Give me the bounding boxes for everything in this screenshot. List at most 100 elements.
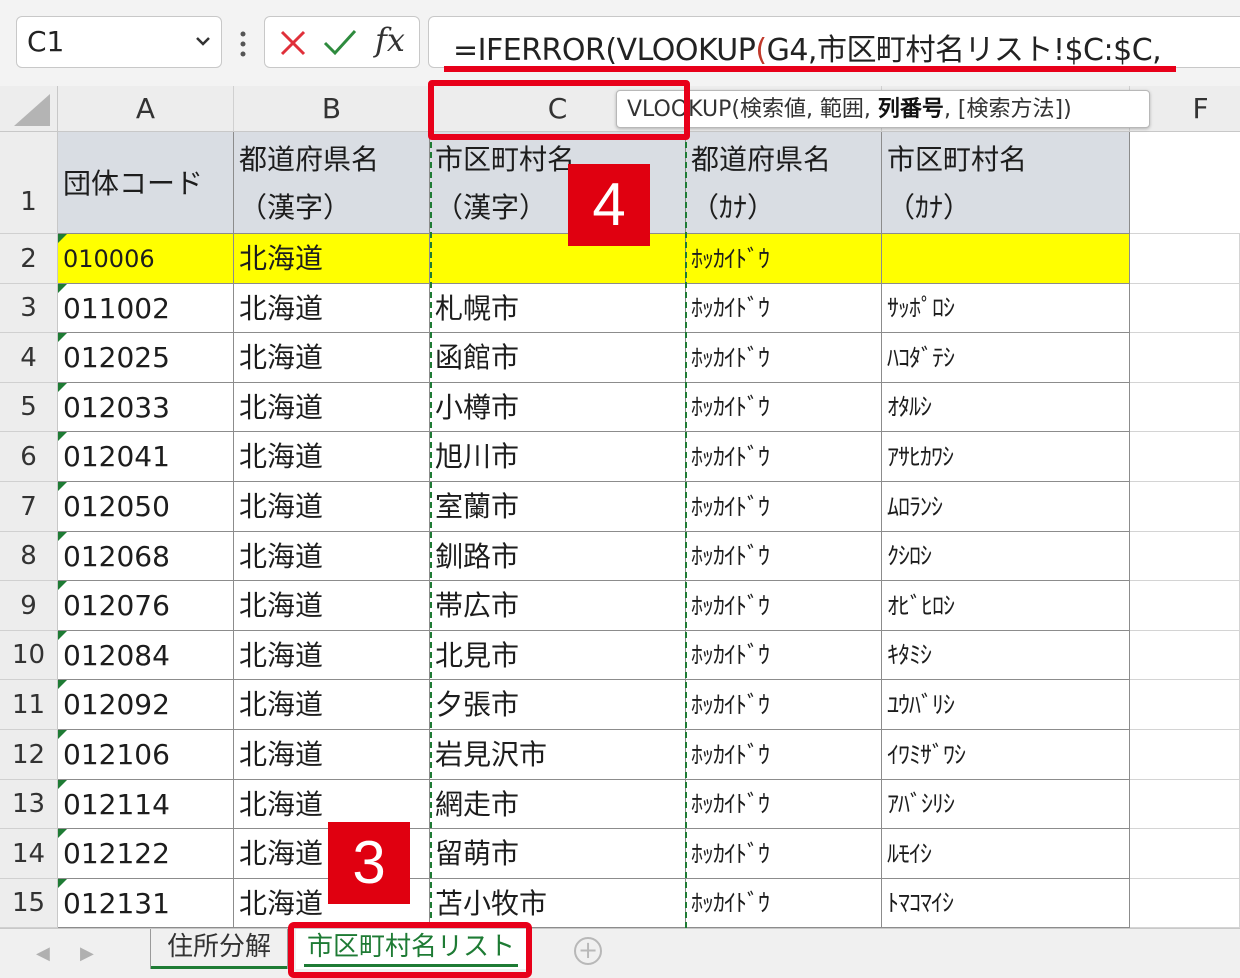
pref-kana-cell[interactable]: ﾎｯｶｲﾄﾞｳ (686, 829, 882, 879)
city-cell[interactable]: 岩見沢市 (430, 730, 686, 780)
pref-kana-cell[interactable]: ﾎｯｶｲﾄﾞｳ (686, 730, 882, 780)
pref-kana-cell[interactable]: ﾎｯｶｲﾄﾞｳ (686, 581, 882, 631)
insert-function-button[interactable]: fx (375, 21, 405, 59)
empty-cell[interactable] (1130, 482, 1240, 532)
empty-cell[interactable] (1130, 879, 1240, 928)
pref-kana-cell[interactable]: ﾎｯｶｲﾄﾞｳ (686, 383, 882, 432)
more-options-icon[interactable] (238, 30, 248, 58)
city-cell[interactable]: 留萌市 (430, 829, 686, 879)
code-cell[interactable]: 012122 (58, 829, 234, 879)
row-header[interactable]: 4 (0, 333, 58, 383)
pref-cell[interactable]: 北海道 (234, 532, 430, 581)
column-header-a[interactable]: A (58, 86, 234, 132)
scroll-right-icon[interactable]: ▶ (80, 943, 94, 964)
pref-cell[interactable]: 北海道 (234, 383, 430, 432)
empty-cell[interactable] (1130, 284, 1240, 333)
pref-kana-cell[interactable]: ﾎｯｶｲﾄﾞｳ (686, 780, 882, 829)
select-all-button[interactable] (0, 86, 58, 132)
city-kana-cell[interactable]: ﾄﾏｺﾏｲｼ (882, 879, 1130, 928)
city-kana-cell[interactable]: ｲﾜﾐｻﾞﾜｼ (882, 730, 1130, 780)
row-header[interactable]: 8 (0, 532, 58, 581)
pref-cell[interactable]: 北海道 (234, 631, 430, 680)
column-header-b[interactable]: B (234, 86, 430, 132)
row-header[interactable]: 5 (0, 383, 58, 432)
pref-cell[interactable]: 北海道 (234, 333, 430, 383)
row-header[interactable]: 2 (0, 234, 58, 284)
cell-f1[interactable] (1130, 132, 1240, 234)
empty-cell[interactable] (1130, 780, 1240, 829)
city-cell[interactable]: 旭川市 (430, 432, 686, 482)
code-cell[interactable]: 012076 (58, 581, 234, 631)
empty-cell[interactable] (1130, 581, 1240, 631)
pref-kana-cell[interactable]: ﾎｯｶｲﾄﾞｳ (686, 631, 882, 680)
city-cell[interactable]: 釧路市 (430, 532, 686, 581)
header-cell-pref[interactable]: 都道府県名 （漢字） (234, 132, 430, 234)
city-kana-cell[interactable]: ｵﾋﾞﾋﾛｼ (882, 581, 1130, 631)
empty-cell[interactable] (1130, 383, 1240, 432)
pref-cell[interactable]: 北海道 (234, 581, 430, 631)
code-cell[interactable]: 012050 (58, 482, 234, 532)
pref-kana-cell[interactable]: ﾎｯｶｲﾄﾞｳ (686, 879, 882, 928)
city-cell[interactable]: 苫小牧市 (430, 879, 686, 928)
city-kana-cell[interactable]: ﾕｳﾊﾞﾘｼ (882, 680, 1130, 730)
city-kana-cell[interactable]: ﾙﾓｲｼ (882, 829, 1130, 879)
city-cell[interactable]: 夕張市 (430, 680, 686, 730)
chevron-down-icon[interactable] (193, 31, 213, 51)
code-cell[interactable]: 012114 (58, 780, 234, 829)
code-cell[interactable]: 012041 (58, 432, 234, 482)
pref-cell[interactable]: 北海道 (234, 284, 430, 333)
row-header[interactable]: 7 (0, 482, 58, 532)
city-kana-cell[interactable]: ｸｼﾛｼ (882, 532, 1130, 581)
city-cell[interactable]: 北見市 (430, 631, 686, 680)
pref-cell[interactable]: 北海道 (234, 680, 430, 730)
empty-cell[interactable] (1130, 333, 1240, 383)
row-header[interactable]: 11 (0, 680, 58, 730)
row-header[interactable]: 6 (0, 432, 58, 482)
pref-kana-cell[interactable]: ﾎｯｶｲﾄﾞｳ (686, 532, 882, 581)
empty-cell[interactable] (1130, 730, 1240, 780)
city-cell[interactable]: 帯広市 (430, 581, 686, 631)
pref-cell[interactable]: 北海道 (234, 234, 430, 284)
pref-kana-cell[interactable]: ﾎｯｶｲﾄﾞｳ (686, 482, 882, 532)
city-kana-cell[interactable]: ｻｯﾎﾟﾛｼ (882, 284, 1130, 333)
code-cell[interactable]: 012084 (58, 631, 234, 680)
city-cell[interactable]: 小樽市 (430, 383, 686, 432)
code-cell[interactable]: 012106 (58, 730, 234, 780)
city-kana-cell[interactable]: ﾑﾛﾗﾝｼ (882, 482, 1130, 532)
pref-kana-cell[interactable]: ﾎｯｶｲﾄﾞｳ (686, 284, 882, 333)
row-header[interactable]: 10 (0, 631, 58, 680)
add-sheet-icon[interactable]: + (574, 937, 602, 965)
row-header[interactable]: 14 (0, 829, 58, 879)
row-header[interactable]: 15 (0, 879, 58, 928)
pref-kana-cell[interactable]: ﾎｯｶｲﾄﾞｳ (686, 333, 882, 383)
pref-kana-cell[interactable]: ﾎｯｶｲﾄﾞｳ (686, 234, 882, 284)
city-cell[interactable]: 札幌市 (430, 284, 686, 333)
empty-cell[interactable] (1130, 432, 1240, 482)
header-cell-pref-kana[interactable]: 都道府県名 （ｶﾅ） (686, 132, 882, 234)
city-kana-cell[interactable]: ｱﾊﾞｼﾘｼ (882, 780, 1130, 829)
enter-check-icon[interactable] (323, 27, 357, 57)
code-cell[interactable]: 012131 (58, 879, 234, 928)
city-kana-cell[interactable]: ﾊｺﾀﾞﾃｼ (882, 333, 1130, 383)
city-cell[interactable]: 函館市 (430, 333, 686, 383)
code-cell[interactable]: 012025 (58, 333, 234, 383)
city-cell[interactable]: 網走市 (430, 780, 686, 829)
code-cell[interactable]: 012068 (58, 532, 234, 581)
pref-cell[interactable]: 北海道 (234, 730, 430, 780)
code-cell[interactable]: 012033 (58, 383, 234, 432)
pref-kana-cell[interactable]: ﾎｯｶｲﾄﾞｳ (686, 432, 882, 482)
scroll-left-icon[interactable]: ◀ (36, 943, 50, 964)
row-header-1[interactable]: 1 (0, 132, 58, 234)
empty-cell[interactable] (1130, 532, 1240, 581)
code-cell[interactable]: 012092 (58, 680, 234, 730)
header-cell-code[interactable]: 団体コード (58, 132, 234, 234)
code-cell[interactable]: 010006 (58, 234, 234, 284)
empty-cell[interactable] (1130, 680, 1240, 730)
city-kana-cell[interactable]: ｱｻﾋｶﾜｼ (882, 432, 1130, 482)
pref-cell[interactable]: 北海道 (234, 432, 430, 482)
city-kana-cell[interactable] (882, 234, 1130, 284)
row-header[interactable]: 3 (0, 284, 58, 333)
empty-cell[interactable] (1130, 631, 1240, 680)
formula-input[interactable]: =IFERROR(VLOOKUP(G4,市区町村名リスト!$C:$C, (428, 16, 1240, 68)
city-cell[interactable]: 室蘭市 (430, 482, 686, 532)
